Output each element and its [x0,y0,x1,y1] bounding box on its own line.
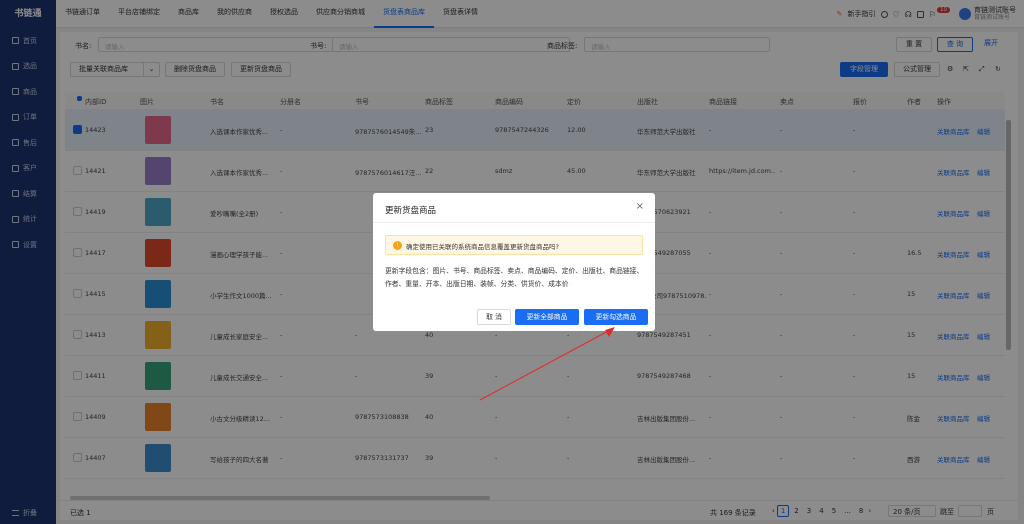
modal-divider [373,222,655,223]
update-selected-button[interactable]: 更新勾选商品 [584,309,648,325]
update-modal: 更新货盘商品 × ! 确定使用已关联的系统商品信息覆盖更新货盘商品吗? 更新字段… [373,193,655,331]
update-all-button[interactable]: 更新全部商品 [515,309,579,325]
alert-text: 确定使用已关联的系统商品信息覆盖更新货盘商品吗? [406,243,559,251]
cancel-button[interactable]: 取 消 [477,309,511,325]
modal-title: 更新货盘商品 [385,206,437,216]
warning-icon: ! [393,241,402,250]
close-icon[interactable]: × [636,201,644,212]
modal-description: 更新字段包含：图片、书号、商品标签、卖点、商品编码、定价、出版社、商品链接、作者… [385,267,644,288]
warning-alert: ! 确定使用已关联的系统商品信息覆盖更新货盘商品吗? [385,235,643,255]
